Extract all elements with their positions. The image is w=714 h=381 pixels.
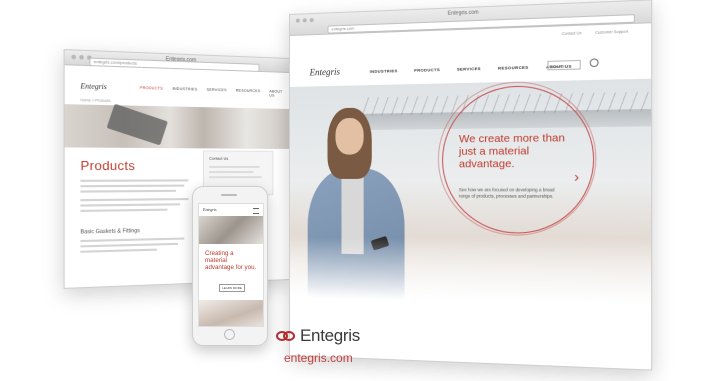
learn-more-button[interactable]: LEARN MORE	[219, 284, 245, 292]
mobile-phone: Entegris Creating a material advantage f…	[192, 186, 268, 346]
mobile-logo[interactable]: Entegris	[203, 207, 217, 212]
nav-item-about[interactable]: ABOUT US	[269, 89, 282, 97]
woman-face	[335, 117, 364, 155]
phone-screen: Entegris Creating a material advantage f…	[198, 203, 264, 327]
device-photo	[106, 103, 168, 146]
nav-item-services[interactable]: SERVICES	[457, 66, 481, 72]
breadcrumb[interactable]: Home > Products	[80, 98, 110, 103]
nav-item-industries[interactable]: INDUSTRIES	[370, 68, 398, 74]
hero-headline: We create more than just a material adva…	[458, 131, 565, 171]
nav-item-products[interactable]: PRODUCTS	[140, 86, 163, 95]
entegris-logo-icon	[276, 329, 296, 343]
nav-menu: INDUSTRIES PRODUCTS SERVICES RESOURCES A…	[370, 63, 572, 74]
text-line	[80, 184, 185, 188]
products-hero-image	[64, 103, 290, 149]
home-button-icon[interactable]	[224, 329, 235, 340]
site-nav: Entegris PRODUCTS INDUSTRIES SERVICES RE…	[65, 78, 309, 99]
nav-item-services[interactable]: SERVICES	[207, 88, 227, 97]
text-line	[80, 189, 176, 193]
home-browser-window: Entegris.com entegris.com Contact Us Cus…	[289, 0, 653, 371]
section-subheading: Basic Gaskets & Fittings	[80, 227, 140, 236]
brand-name: Entegris	[300, 326, 360, 345]
text-line	[80, 242, 179, 248]
site-logo[interactable]: Entegris	[310, 67, 340, 78]
nav-menu: PRODUCTS INDUSTRIES SERVICES RESOURCES A…	[140, 86, 309, 99]
text-line	[80, 198, 189, 202]
nav-item-resources[interactable]: RESOURCES	[236, 88, 261, 97]
mobile-secondary-image	[199, 300, 263, 326]
page-title: Products	[80, 158, 136, 174]
text-line	[80, 208, 168, 212]
chevron-right-icon[interactable]: ›	[574, 168, 579, 185]
text-line	[80, 203, 181, 207]
browser-chrome: Entegris.com entegris.com/products	[64, 50, 290, 73]
nav-item-industries[interactable]: INDUSTRIES	[173, 87, 198, 96]
nav-item-resources[interactable]: RESOURCES	[498, 65, 528, 71]
mobile-hero-image	[199, 216, 263, 244]
brand-lockup: Entegris	[276, 326, 360, 346]
phone-speaker	[221, 194, 237, 196]
search-input[interactable]: Search	[547, 59, 581, 71]
home-hero: We create more than just a material adva…	[289, 78, 652, 307]
site-logo[interactable]: Entegris	[80, 82, 106, 91]
site-nav: Entegris INDUSTRIES PRODUCTS SERVICES RE…	[290, 55, 651, 83]
hero-body-text: See how we are focused on developing a b…	[458, 187, 555, 199]
text-line	[80, 179, 189, 182]
mobile-headline: Creating a material advantage for you.	[205, 250, 257, 272]
text-line	[80, 237, 185, 243]
hero-fade	[289, 237, 652, 307]
promo-scene: Entegris.com entegris.com/products Enteg…	[0, 0, 714, 381]
text-line	[209, 165, 260, 168]
text-line	[209, 171, 254, 174]
nav-item-products[interactable]: PRODUCTS	[414, 67, 440, 73]
brand-url[interactable]: entegris.com	[284, 351, 353, 365]
search-icon[interactable]	[589, 58, 599, 68]
text-line	[209, 176, 262, 179]
utility-links: Contact Us Customer Support	[562, 29, 628, 36]
text-line	[80, 248, 157, 253]
hamburger-menu-icon[interactable]	[253, 208, 259, 214]
support-link[interactable]: Customer Support	[595, 29, 628, 34]
contact-link[interactable]: Contact Us	[562, 31, 582, 36]
side-box-title[interactable]: Contact Us	[209, 157, 228, 161]
